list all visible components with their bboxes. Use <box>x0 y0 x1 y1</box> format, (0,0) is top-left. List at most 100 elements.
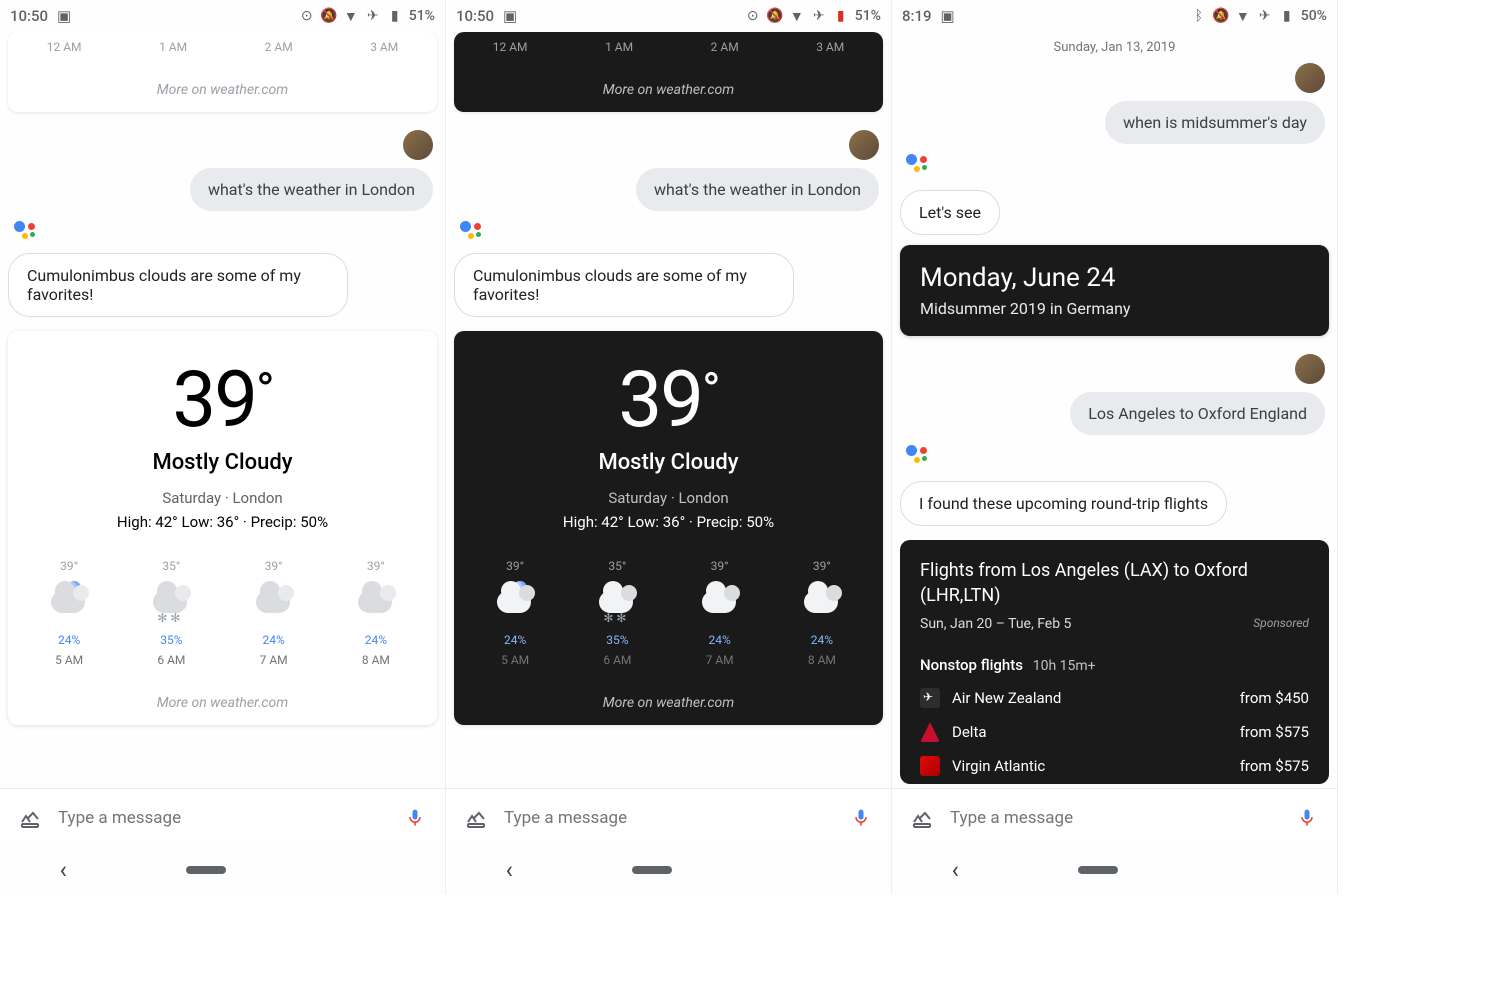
message-input[interactable] <box>950 808 1279 828</box>
flight-dates: Sun, Jan 20 – Tue, Feb 5 <box>920 616 1071 632</box>
fc-time: 5 AM <box>493 653 537 667</box>
flights-title: Flights from Los Angeles (LAX) to Oxford… <box>920 558 1309 608</box>
more-link[interactable]: More on weather.com <box>8 82 437 98</box>
nav-bar: ‹ <box>892 846 1337 894</box>
user-message: what's the weather in London <box>190 168 433 211</box>
airplane-icon: ✈ <box>1257 8 1273 24</box>
keyboard-icon[interactable] <box>18 806 42 830</box>
user-avatar[interactable] <box>849 130 879 160</box>
image-icon: ▣ <box>940 8 956 24</box>
battery-icon: ▮ <box>387 8 403 24</box>
assistant-icon <box>14 221 40 247</box>
assistant-icon <box>460 221 486 247</box>
airline-icon <box>920 722 940 742</box>
more-link[interactable]: More on weather.com <box>454 82 883 98</box>
fc-precip: 35% <box>149 633 193 647</box>
fc-time: 6 AM <box>595 653 639 667</box>
fc-temp: 39° <box>698 559 742 573</box>
fc-precip: 24% <box>493 633 537 647</box>
fc-precip: 24% <box>252 633 296 647</box>
battery-pct: 51% <box>855 8 881 24</box>
forecast-item: 39° 24% 8 AM <box>354 559 398 667</box>
weather-card[interactable]: 39° Mostly Cloudy Saturday · London High… <box>454 331 883 725</box>
image-icon: ▣ <box>56 8 72 24</box>
fc-precip: 24% <box>698 633 742 647</box>
weather-top-card[interactable]: 12 AM 1 AM 2 AM 3 AM More on weather.com <box>454 32 883 112</box>
screen-3: 8:19 ▣ ᛒ 🔕 ▼ ✈ ▮ 50% Sunday, Jan 13, 201… <box>892 0 1338 894</box>
forecast-row: 39° 24% 5 AM35° ✻ ✻ 35% 6 AM39° 24% 7 AM… <box>8 559 437 667</box>
status-time: 10:50 <box>456 7 494 25</box>
weather-card[interactable]: 39° Mostly Cloudy Saturday · London High… <box>8 331 437 725</box>
temperature: 39° <box>8 355 437 446</box>
weather-top-card[interactable]: 12 AM 1 AM 2 AM 3 AM More on weather.com <box>8 32 437 112</box>
user-avatar[interactable] <box>1295 354 1325 384</box>
battery-pct: 50% <box>1301 8 1327 24</box>
weather-stats: High: 42° Low: 36° · Precip: 50% <box>454 513 883 531</box>
message-input[interactable] <box>504 808 833 828</box>
fc-temp: 35° <box>149 559 193 573</box>
fc-precip: 24% <box>47 633 91 647</box>
flight-row[interactable]: Virgin Atlanticfrom $575 <box>920 756 1309 776</box>
airplane-icon: ✈ <box>811 8 827 24</box>
forecast-item: 35° ✻ ✻ 35% 6 AM <box>149 559 193 667</box>
location: Saturday · London <box>454 489 883 507</box>
fc-temp: 35° <box>595 559 639 573</box>
hourly-time: 1 AM <box>605 40 633 54</box>
user-message: when is midsummer's day <box>1105 101 1325 144</box>
more-link[interactable]: More on weather.com <box>454 695 883 711</box>
user-avatar[interactable] <box>1295 63 1325 93</box>
hourly-time: 2 AM <box>711 40 739 54</box>
flights-card[interactable]: Flights from Los Angeles (LAX) to Oxford… <box>900 540 1329 784</box>
mic-icon[interactable] <box>849 806 873 830</box>
back-button[interactable]: ‹ <box>952 856 959 884</box>
hourly-time: 12 AM <box>493 40 528 54</box>
keyboard-icon[interactable] <box>464 806 488 830</box>
back-button[interactable]: ‹ <box>506 856 513 884</box>
home-pill[interactable] <box>1078 866 1118 874</box>
keyboard-icon[interactable] <box>910 806 934 830</box>
hourly-time: 3 AM <box>370 40 398 54</box>
location: Saturday · London <box>8 489 437 507</box>
fc-time: 7 AM <box>252 653 296 667</box>
forecast-item: 39° 24% 5 AM <box>47 559 91 667</box>
user-message: what's the weather in London <box>636 168 879 211</box>
hourly-time: 2 AM <box>265 40 293 54</box>
more-link[interactable]: More on weather.com <box>8 695 437 711</box>
forecast-item: 39° 24% 7 AM <box>698 559 742 667</box>
assistant-message: I found these upcoming round-trip flight… <box>900 481 1227 526</box>
forecast-item: 39° 24% 8 AM <box>800 559 844 667</box>
weather-stats: High: 42° Low: 36° · Precip: 50% <box>8 513 437 531</box>
airline-name: Delta <box>952 723 987 741</box>
flight-price: from $450 <box>1240 689 1309 707</box>
battery-icon: ▮ <box>1279 8 1295 24</box>
flight-row[interactable]: Air New Zealand from $450 <box>920 688 1309 708</box>
mic-icon[interactable] <box>403 806 427 830</box>
location-icon: ⊙ <box>299 8 315 24</box>
status-bar: 10:50 ▣ ⊙ 🔕 ▼ ✈ ▮ 51% <box>446 0 891 32</box>
date-header: Sunday, Jan 13, 2019 <box>900 40 1329 55</box>
wifi-icon: ▼ <box>789 8 805 24</box>
message-input[interactable] <box>58 808 387 828</box>
assistant-message: Let's see <box>900 190 1000 235</box>
flight-row[interactable]: Deltafrom $575 <box>920 722 1309 742</box>
cloud-icon: ✻ ✻ <box>149 581 193 617</box>
home-pill[interactable] <box>632 866 672 874</box>
cloud-icon: ✻ ✻ <box>595 581 639 617</box>
mic-icon[interactable] <box>1295 806 1319 830</box>
cloud-icon <box>493 581 537 617</box>
fc-time: 7 AM <box>698 653 742 667</box>
airline-name: Virgin Atlantic <box>952 757 1045 775</box>
home-pill[interactable] <box>186 866 226 874</box>
cloud-icon <box>354 581 398 617</box>
airline-name: Air New Zealand <box>952 689 1061 707</box>
user-avatar[interactable] <box>403 130 433 160</box>
condition: Mostly Cloudy <box>8 450 437 475</box>
wifi-icon: ▼ <box>343 8 359 24</box>
assistant-icon <box>906 154 932 180</box>
info-card[interactable]: Monday, June 24 Midsummer 2019 in German… <box>900 245 1329 336</box>
forecast-item: 35° ✻ ✻ 35% 6 AM <box>595 559 639 667</box>
cloud-icon <box>698 581 742 617</box>
assistant-message: Cumulonimbus clouds are some of my favor… <box>454 253 794 317</box>
fc-time: 6 AM <box>149 653 193 667</box>
back-button[interactable]: ‹ <box>60 856 67 884</box>
